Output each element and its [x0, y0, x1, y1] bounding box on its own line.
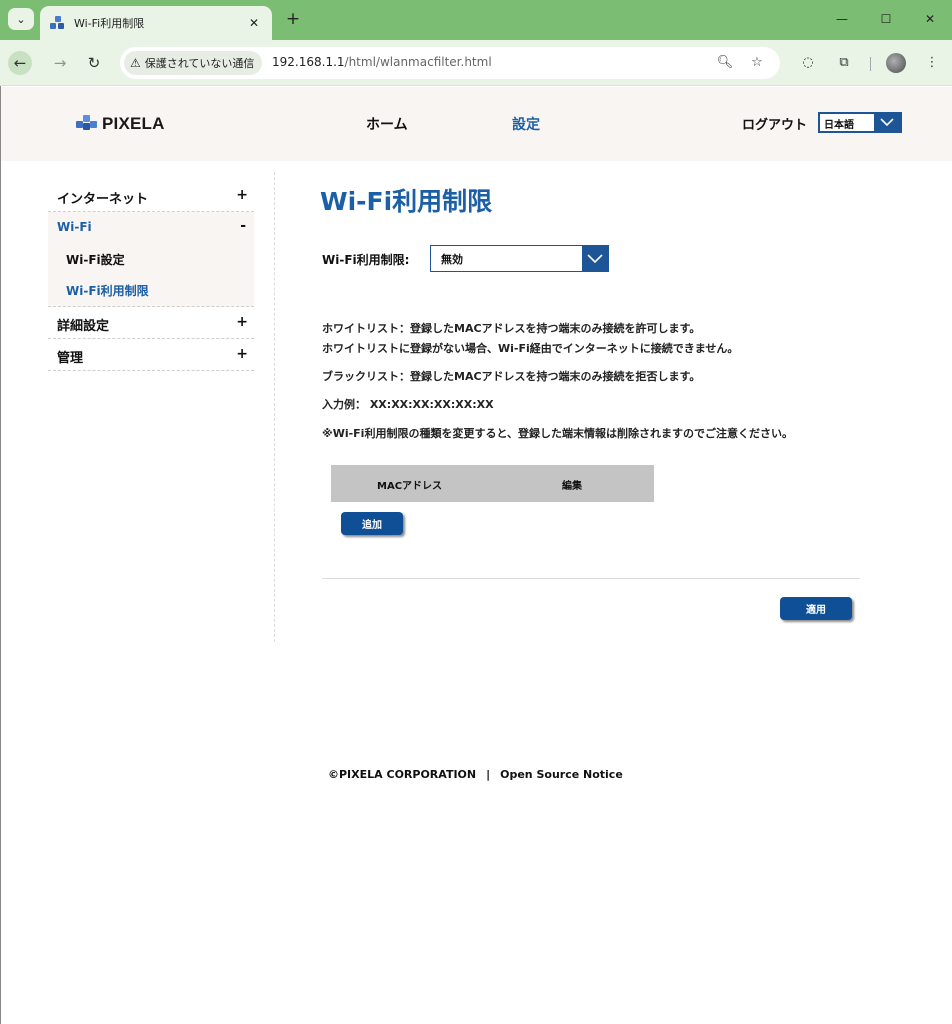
sidebar-subitem-wifi-restriction[interactable]: Wi-Fi利用制限 — [48, 275, 254, 306]
page-title: Wi-Fi利用制限 — [320, 187, 493, 216]
footer-separator: | — [486, 768, 491, 781]
logout-link[interactable]: ログアウト — [742, 114, 807, 133]
window-edge — [0, 86, 1, 1024]
input-example: 入力例： XX:XX:XX:XX:XX:XX — [322, 398, 494, 411]
change-note: ※Wi-Fi利用制限の種類を変更すると、登録した端末情報は削除されますのでご注意… — [322, 427, 794, 440]
add-button[interactable]: 追加 — [341, 512, 403, 535]
star-icon[interactable]: ☆ — [748, 54, 766, 72]
footer: ©PIXELA CORPORATION | Open Source Notice — [328, 768, 623, 781]
tab-title: Wi-Fi利用制限 — [74, 17, 145, 30]
sidebar: インターネット + Wi-Fi - Wi-Fi設定 Wi-Fi利用制限 詳細設定… — [48, 180, 254, 371]
sidebar-subitem-wifi-settings[interactable]: Wi-Fi設定 — [48, 244, 254, 275]
back-icon[interactable]: ← — [8, 51, 32, 75]
open-source-notice-link[interactable]: Open Source Notice — [500, 768, 623, 781]
sidebar-item-label: Wi-Fi — [57, 220, 92, 234]
sidebar-item-label: 詳細設定 — [57, 319, 110, 334]
url-host: 192.168.1.1 — [272, 55, 345, 69]
url-text[interactable]: 192.168.1.1/html/wlanmacfilter.html — [272, 55, 492, 69]
logo-text: PIXELA — [102, 114, 165, 133]
section-divider — [322, 578, 860, 579]
restriction-label: Wi-Fi利用制限: — [322, 253, 410, 267]
forward-icon[interactable]: → — [48, 51, 72, 75]
apply-button[interactable]: 適用 — [780, 597, 852, 620]
restriction-value: 無効 — [441, 253, 463, 266]
tab-list-icon[interactable]: ⌄ — [8, 8, 34, 30]
whitelist-warning: ホワイトリストに登録がない場合、Wi-Fi経由でインターネットに接続できません。 — [322, 342, 739, 355]
toolbar-divider — [870, 57, 871, 71]
new-tab-button[interactable]: + — [284, 9, 302, 29]
extension-icon[interactable]: ◌ — [798, 53, 818, 73]
sidebar-item-admin[interactable]: 管理 + — [48, 339, 254, 371]
sidebar-item-label: 管理 — [57, 351, 84, 366]
maximize-icon[interactable]: ☐ — [876, 9, 896, 29]
favicon-icon — [50, 16, 66, 30]
column-header-edit: 編集 — [562, 481, 582, 492]
more-icon[interactable]: ⋮ — [922, 53, 942, 73]
browser-tab-bar: ⌄ Wi-Fi利用制限 ✕ + — ☐ ✕ — [0, 0, 952, 40]
copyright: ©PIXELA CORPORATION — [328, 768, 477, 781]
minimize-icon[interactable]: — — [832, 9, 852, 29]
browser-toolbar: ← → ↻ ⚠ 保護されていない通信 192.168.1.1/html/wlan… — [0, 40, 952, 86]
avatar[interactable] — [886, 53, 906, 73]
chevron-down-icon — [874, 114, 900, 131]
language-value: 日本語 — [824, 120, 854, 131]
close-icon[interactable]: ✕ — [246, 16, 262, 30]
reload-icon[interactable]: ↻ — [82, 51, 106, 75]
browser-tab[interactable]: Wi-Fi利用制限 ✕ — [40, 6, 272, 40]
language-select[interactable]: 日本語 — [818, 112, 902, 133]
expand-icon: + — [236, 314, 248, 330]
expand-icon: + — [236, 346, 248, 362]
logo-mark-icon — [76, 115, 98, 133]
nav-home[interactable]: ホーム — [366, 114, 408, 134]
column-header-mac: MACアドレス — [377, 481, 443, 492]
security-label: 保護されていない通信 — [144, 57, 255, 70]
blacklist-description: ブラックリスト：登録したMACアドレスを持つ端末のみ接続を拒否します。 — [322, 370, 701, 383]
sidebar-subitem-label: Wi-Fi設定 — [66, 253, 125, 267]
expand-icon: + — [236, 187, 248, 203]
chevron-down-icon — [582, 246, 608, 271]
mac-table-header: MACアドレス 編集 — [331, 465, 654, 502]
sidebar-group-wifi: Wi-Fi - Wi-Fi設定 Wi-Fi利用制限 — [48, 212, 254, 307]
nav-settings[interactable]: 設定 — [512, 114, 540, 134]
restriction-select[interactable]: 無効 — [430, 245, 609, 272]
security-chip[interactable]: ⚠ 保護されていない通信 — [124, 51, 263, 75]
zoom-icon[interactable]: 🔍︎ — [716, 54, 734, 72]
url-path: /html/wlanmacfilter.html — [344, 55, 492, 69]
warning-icon: ⚠ — [130, 56, 141, 70]
puzzle-icon[interactable]: ⧉ — [834, 53, 854, 73]
collapse-icon: - — [240, 218, 246, 234]
sidebar-divider — [274, 172, 275, 642]
whitelist-description: ホワイトリスト：登録したMACアドレスを持つ端末のみ接続を許可します。 — [322, 322, 701, 335]
sidebar-item-wifi[interactable]: Wi-Fi - — [48, 212, 254, 244]
address-bar[interactable]: ⚠ 保護されていない通信 192.168.1.1/html/wlanmacfil… — [120, 47, 780, 79]
sidebar-item-label: インターネット — [57, 192, 149, 207]
page-header: PIXELA ホーム 設定 ログアウト 日本語 — [0, 87, 952, 161]
sidebar-item-internet[interactable]: インターネット + — [48, 180, 254, 212]
sidebar-item-advanced[interactable]: 詳細設定 + — [48, 307, 254, 339]
window-close-icon[interactable]: ✕ — [920, 9, 940, 29]
sidebar-subitem-label: Wi-Fi利用制限 — [66, 284, 149, 298]
pixela-logo[interactable]: PIXELA — [76, 114, 165, 134]
